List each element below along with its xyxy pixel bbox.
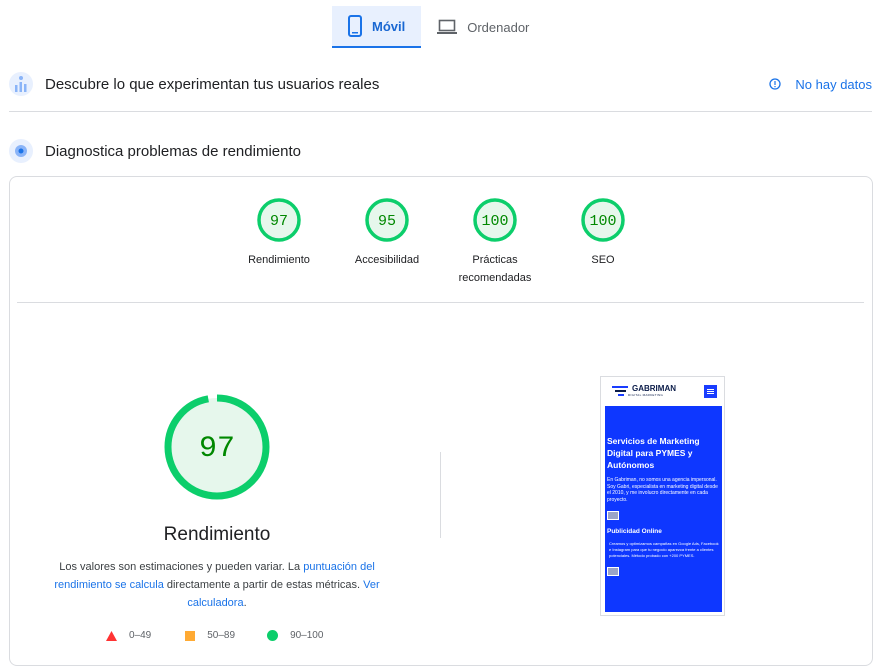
users-chart-icon — [9, 72, 33, 96]
field-data-title: Descubre lo que experimentan tus usuario… — [45, 75, 380, 93]
phone-icon — [348, 15, 362, 37]
legend-average: 50–89 — [185, 630, 235, 641]
gauges-divider — [17, 302, 864, 303]
gauge-seo[interactable]: 100 SEO — [558, 197, 648, 269]
hero-subtext: Creamos y optimizamos campañas en Google… — [609, 541, 719, 558]
legend-pass-range: 90–100 — [290, 630, 324, 641]
legend-fail-range: 0–49 — [129, 630, 152, 641]
final-screenshot[interactable]: GABRIMAN DIGITAL MARKETING Servicios de … — [600, 376, 725, 616]
performance-score: 97 — [199, 432, 235, 466]
desc-text-3: . — [243, 597, 247, 609]
image-placeholder-icon — [607, 567, 619, 576]
gauge-best-practices-label: Prácticas recomendadas — [458, 254, 532, 284]
lab-flask-icon — [9, 139, 33, 163]
gauge-performance[interactable]: 97 Rendimiento — [234, 197, 324, 269]
no-data-link[interactable]: No hay datos — [769, 77, 872, 92]
hamburger-menu-icon — [704, 384, 717, 398]
vertical-divider — [440, 452, 441, 538]
gauge-performance-label: Rendimiento — [248, 254, 310, 266]
screenshot-hero: Servicios de Marketing Digital para PYME… — [605, 406, 722, 612]
tab-desktop[interactable]: Ordenador — [421, 6, 545, 48]
no-data-label: No hay datos — [795, 76, 872, 92]
gauge-seo-value: 100 — [589, 213, 616, 230]
tab-mobile[interactable]: Móvil — [332, 6, 422, 48]
info-icon — [769, 78, 782, 90]
desc-text-1: Los valores son estimaciones y pueden va… — [59, 561, 304, 573]
tab-mobile-label: Móvil — [372, 18, 406, 34]
gauge-performance-value: 97 — [270, 213, 288, 230]
logo-subtext: DIGITAL MARKETING — [628, 393, 664, 397]
lab-data-section: Diagnostica problemas de rendimiento — [9, 131, 872, 171]
gauge-best-practices-value: 100 — [481, 213, 508, 230]
performance-title: Rendimiento — [163, 524, 271, 545]
gauge-accessibility-value: 95 — [378, 213, 396, 230]
triangle-icon — [106, 630, 117, 641]
hero-subtitle: Publicidad Online — [607, 528, 662, 535]
field-data-section: Descubre lo que experimentan tus usuario… — [9, 64, 872, 104]
square-icon — [185, 630, 196, 641]
gauge-accessibility[interactable]: 95 Accesibilidad — [342, 197, 432, 269]
screenshot-header: GABRIMAN DIGITAL MARKETING — [601, 377, 724, 405]
desc-text-2: directamente a partir de estas métricas. — [163, 579, 364, 591]
gauge-accessibility-label: Accesibilidad — [354, 254, 420, 266]
performance-description: Los valores son estimaciones y pueden va… — [47, 558, 387, 612]
hero-text: En Gabriman, no somos una agencia impers… — [607, 477, 718, 503]
tab-desktop-label: Ordenador — [467, 19, 530, 35]
logo-text: GABRIMAN — [632, 384, 676, 393]
section-divider — [9, 111, 872, 112]
performance-gauge-large: 97 — [164, 394, 270, 500]
legend-pass: 90–100 — [267, 630, 323, 641]
logo-mark-icon — [612, 386, 628, 396]
lab-data-title: Diagnostica problemas de rendimiento — [45, 142, 301, 160]
image-placeholder-icon — [607, 511, 619, 520]
gauge-seo-label: SEO — [591, 254, 615, 266]
site-logo: GABRIMAN DIGITAL MARKETING — [612, 385, 676, 397]
hero-title: Servicios de Marketing Digital para PYME… — [607, 436, 700, 470]
score-legend: 0–49 50–89 90–100 — [106, 630, 353, 641]
circle-icon — [267, 630, 279, 641]
legend-average-range: 50–89 — [207, 630, 236, 641]
laptop-icon — [437, 19, 458, 34]
gauge-best-practices[interactable]: 100 Prácticas recomendadas — [450, 197, 540, 287]
device-tabs: Móvil Ordenador — [332, 6, 545, 48]
legend-fail: 0–49 — [106, 630, 151, 641]
